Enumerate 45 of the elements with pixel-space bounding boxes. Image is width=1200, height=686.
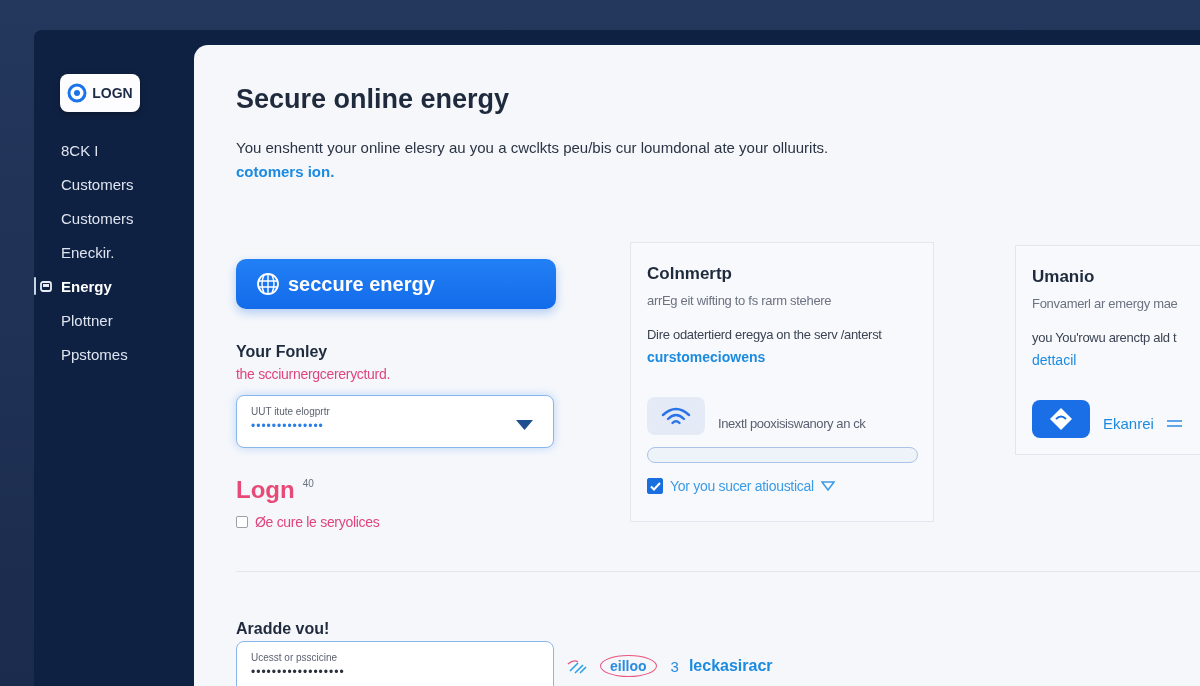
tray-icon — [40, 280, 52, 292]
sidebar-item[interactable]: Ppstomes — [61, 345, 128, 363]
checkbox[interactable] — [236, 516, 248, 528]
wifi-icon — [661, 406, 691, 426]
password-dots: •••••••••••••••••• — [251, 665, 345, 679]
password-field[interactable]: Ucesst or psscicine •••••••••••••••••• — [236, 641, 554, 686]
card-title: Colnmertp — [647, 263, 732, 285]
secure-energy-button[interactable]: seccure energy — [236, 259, 556, 309]
input-field[interactable] — [647, 447, 918, 463]
caret-icon — [516, 420, 533, 430]
sidebar-item[interactable]: Customers — [61, 175, 134, 193]
card-title: Umanio — [1032, 266, 1095, 288]
card-link[interactable]: dettacil — [1032, 348, 1077, 372]
password-dots: •••••••••••••• — [251, 419, 325, 433]
tile-text: Inextl pooxisiswanory an ck — [718, 414, 866, 431]
card-text: you You'rowu arenctp ald t — [1032, 329, 1177, 347]
caret-down-icon — [820, 481, 835, 491]
checkbox-label: Øe cure le seryolices — [255, 514, 380, 530]
card-text: arrEg eit wifting to fs rarm stehere — [647, 292, 832, 310]
sidebar-item[interactable]: Energy — [61, 277, 112, 295]
description-text: You enshentt your online elesry au you a cwclkts peu/bis cur loumdonal ate your olluurits. — [236, 138, 829, 158]
sidebar-item[interactable]: Plottner — [61, 311, 113, 329]
section-heading: Aradde vou! — [236, 620, 330, 638]
sidebar-item[interactable]: Eneckir. — [61, 243, 115, 261]
menu-lines-icon — [1166, 419, 1182, 427]
globe-icon — [256, 272, 280, 296]
count-label: 40 — [302, 478, 314, 489]
diamond-icon — [1049, 407, 1073, 431]
section-heading: Your Fonley — [236, 343, 328, 361]
logo-button[interactable]: LOGN — [60, 74, 140, 112]
field-label: UUT itute elogprtr — [251, 406, 330, 417]
slash-lines-icon — [566, 658, 590, 674]
password-field[interactable]: UUT itute elogprtr •••••••••••••• — [236, 395, 554, 448]
checkbox-label: Yor you sucer atioustical — [670, 478, 814, 494]
card-text: Dire odatertierd eregya on the serv /anterst — [647, 326, 882, 344]
ring-icon — [67, 83, 88, 103]
login-title: Logn — [236, 476, 295, 504]
count-label: 3 — [670, 657, 679, 675]
checkbox[interactable] — [647, 478, 663, 494]
field-label: Ucesst or psscicine — [251, 652, 339, 663]
page-title: Secure online energy — [236, 83, 510, 115]
note-text: the scciurnergcererycturd. — [236, 366, 391, 382]
sidebar-item[interactable]: Customers — [61, 209, 134, 227]
card-text: Fonvamerl ar emergy mae — [1032, 295, 1178, 313]
sidebar-item[interactable]: 8CK I — [61, 141, 99, 159]
